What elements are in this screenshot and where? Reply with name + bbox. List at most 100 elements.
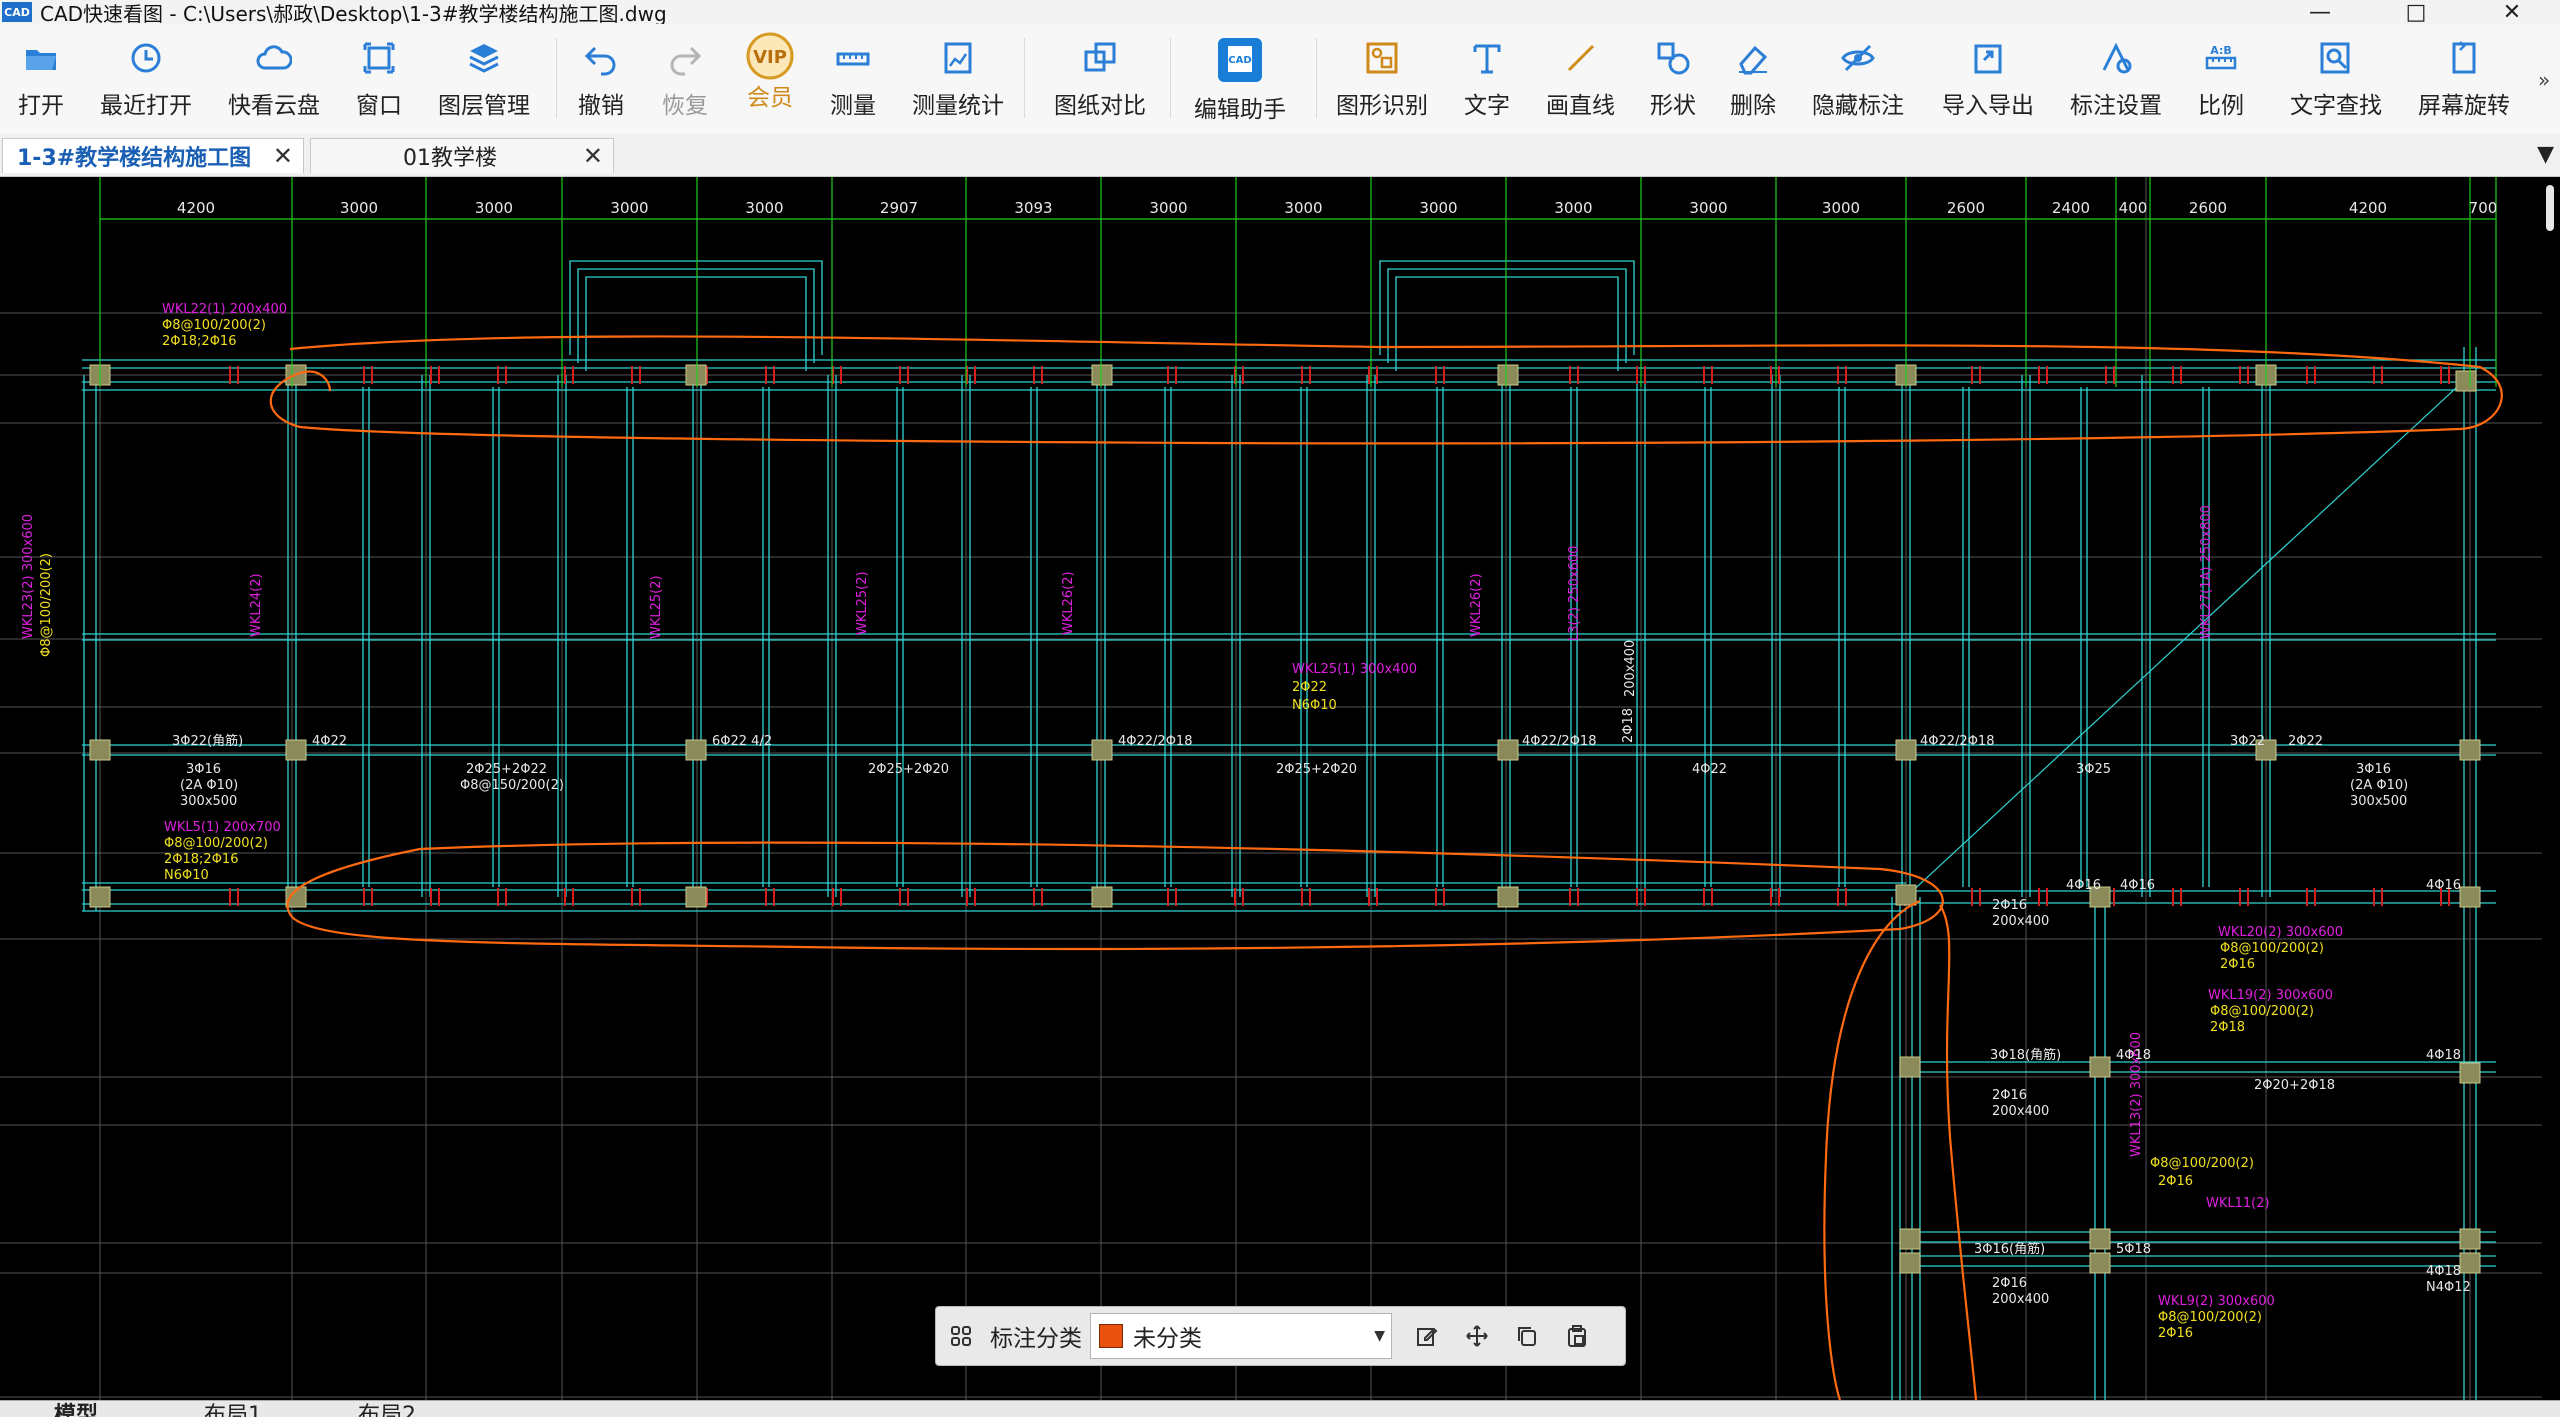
- eye-hide-icon: [1841, 44, 1875, 72]
- layer-manager-button[interactable]: 图层管理: [438, 40, 530, 120]
- annotation-category-select[interactable]: 未分类 ▼: [1090, 1313, 1392, 1359]
- delete-button[interactable]: 删除: [1730, 40, 1776, 120]
- dimension-label: 400: [2119, 199, 2148, 217]
- tab-drawing-2[interactable]: 01教学楼 ✕: [310, 138, 614, 173]
- window-title: CAD快速看图 - C:\Users\郝政\Desktop\1-3#教学楼结构施…: [40, 1, 667, 26]
- text-search-icon: [2320, 42, 2350, 74]
- annotation-text: Φ8@100/200(2): [39, 553, 54, 657]
- window-button[interactable]: 窗口: [356, 40, 402, 120]
- copy-icon[interactable]: [1502, 1307, 1552, 1365]
- dimension-label: 3093: [1014, 199, 1052, 217]
- measure-stats-button[interactable]: 测量统计: [912, 40, 1004, 120]
- annotation-text: Φ8@100/200(2): [162, 318, 266, 333]
- column: [685, 364, 707, 386]
- diagonal-line: [1905, 374, 2471, 898]
- column: [1899, 1252, 1921, 1274]
- undo-button[interactable]: 撤销: [578, 40, 624, 120]
- category-selected-value: 未分类: [1133, 1326, 1202, 1352]
- scale-button[interactable]: A:B 比例: [2198, 40, 2244, 120]
- layout-tab-model[interactable]: 模型: [54, 1401, 98, 1417]
- annotation-text: 3Φ16: [2356, 762, 2391, 777]
- scroll-thumb[interactable]: [2546, 185, 2554, 231]
- annotation-text: WKL20(2) 300x600: [2218, 925, 2343, 940]
- shapes-button[interactable]: 形状: [1650, 40, 1696, 120]
- columns: [89, 364, 2481, 1274]
- paste-icon[interactable]: [1552, 1307, 1602, 1365]
- draw-line-button[interactable]: 画直线: [1546, 40, 1615, 120]
- annotation-text: 2Φ16: [2220, 957, 2255, 972]
- edit-assistant-button[interactable]: CAD 编辑助手: [1194, 38, 1286, 124]
- edit-note-icon[interactable]: [1402, 1307, 1452, 1365]
- annotation-text: 2Φ16: [1992, 1088, 2027, 1103]
- edit-assistant-icon: CAD: [1218, 38, 1262, 82]
- column: [89, 739, 111, 761]
- svg-text:CAD: CAD: [1228, 55, 1251, 66]
- import-export-button[interactable]: 导入导出: [1942, 40, 2034, 120]
- layout-tab-1[interactable]: 布局1: [204, 1401, 262, 1417]
- column: [1895, 739, 1917, 761]
- annotation-text: (2A Φ10): [2350, 778, 2408, 793]
- dimension-label: 2600: [2189, 199, 2227, 217]
- annotation-settings-icon: [2102, 42, 2132, 74]
- redo-button[interactable]: 恢复: [662, 40, 708, 120]
- toolbar-overflow-button[interactable]: »: [2538, 68, 2550, 92]
- grid-icon[interactable]: [936, 1307, 986, 1365]
- vertical-scrollbar[interactable]: [2542, 177, 2560, 1400]
- annotation-text: WKL26(2): [1469, 573, 1484, 637]
- tab-drawing-1[interactable]: 1-3#教学楼结构施工图 ✕: [2, 138, 304, 173]
- import-export-icon: [1974, 44, 2002, 74]
- shape-recognize-button[interactable]: 图形识别: [1336, 40, 1428, 120]
- dimension-label: 3000: [340, 199, 378, 217]
- annotation-settings-button[interactable]: 标注设置: [2070, 40, 2162, 120]
- annotation-text: 4Φ16: [2426, 878, 2461, 893]
- clock-icon: [131, 43, 161, 73]
- cad-canvas[interactable]: 4200 3000 3000 3000 3000 2907 3093 3000 3000 3000…: [0, 177, 2560, 1400]
- open-button[interactable]: 打开: [18, 40, 64, 120]
- cloud-disk-button[interactable]: 快看云盘: [228, 40, 320, 120]
- ruler-icon: [836, 52, 870, 66]
- toolbar-divider: [1024, 38, 1025, 118]
- markup-outline: [286, 841, 1944, 951]
- layout-tabbar: 模型 布局1 布局2: [0, 1400, 2560, 1417]
- column: [2455, 370, 2477, 392]
- annotation-text: WKL24(2): [249, 573, 264, 637]
- vip-member-button[interactable]: VIP 会员: [746, 32, 794, 112]
- maximize-button[interactable]: □: [2368, 0, 2464, 25]
- dimension-label: 3000: [610, 199, 648, 217]
- column: [2089, 1056, 2111, 1078]
- annotation-text: 2Φ16: [1992, 1276, 2027, 1291]
- annotation-text: WKL25(2): [649, 575, 664, 639]
- annotation-text: Φ8@150/200(2): [460, 778, 564, 793]
- svg-text:VIP: VIP: [753, 47, 787, 68]
- tab-close-icon[interactable]: ✕: [583, 142, 603, 170]
- text-search-button[interactable]: 文字查找: [2290, 40, 2382, 120]
- column: [2459, 739, 2481, 761]
- hide-annotation-button[interactable]: 隐藏标注: [1812, 40, 1904, 120]
- move-icon[interactable]: [1452, 1307, 1502, 1365]
- text-button[interactable]: 文字: [1464, 40, 1510, 120]
- column: [685, 739, 707, 761]
- rotate-screen-button[interactable]: 屏幕旋转: [2418, 40, 2510, 120]
- bay-outline: [1387, 268, 1627, 363]
- toolbar-divider: [556, 38, 557, 118]
- annotation-text: Φ8@100/200(2): [164, 836, 268, 851]
- measure-button[interactable]: 测量: [830, 40, 876, 120]
- orange-markup: [269, 335, 2503, 1400]
- window-frame-icon: [363, 42, 395, 74]
- column: [1497, 739, 1519, 761]
- annotation-text: 4Φ18: [2426, 1264, 2461, 1279]
- annotation-text: 4Φ16: [2120, 878, 2155, 893]
- annotation-text: 300x500: [180, 794, 237, 809]
- tab-close-icon[interactable]: ✕: [273, 142, 293, 170]
- annotation-text: N6Φ10: [164, 868, 209, 883]
- recent-open-button[interactable]: 最近打开: [100, 40, 192, 120]
- annotation-text: WKL9(2) 300x600: [2158, 1294, 2275, 1309]
- annotation-text: WKL11(2): [2206, 1196, 2270, 1211]
- close-button[interactable]: ✕: [2464, 0, 2560, 25]
- tab-dropdown-icon[interactable]: ▼: [2537, 142, 2554, 167]
- measure-stats-icon: [944, 42, 972, 74]
- drawing-compare-button[interactable]: 图纸对比: [1054, 40, 1146, 120]
- minimize-button[interactable]: —: [2272, 0, 2368, 25]
- annotation-text: 2Φ20+2Φ18: [2254, 1078, 2335, 1093]
- layout-tab-2[interactable]: 布局2: [358, 1401, 416, 1417]
